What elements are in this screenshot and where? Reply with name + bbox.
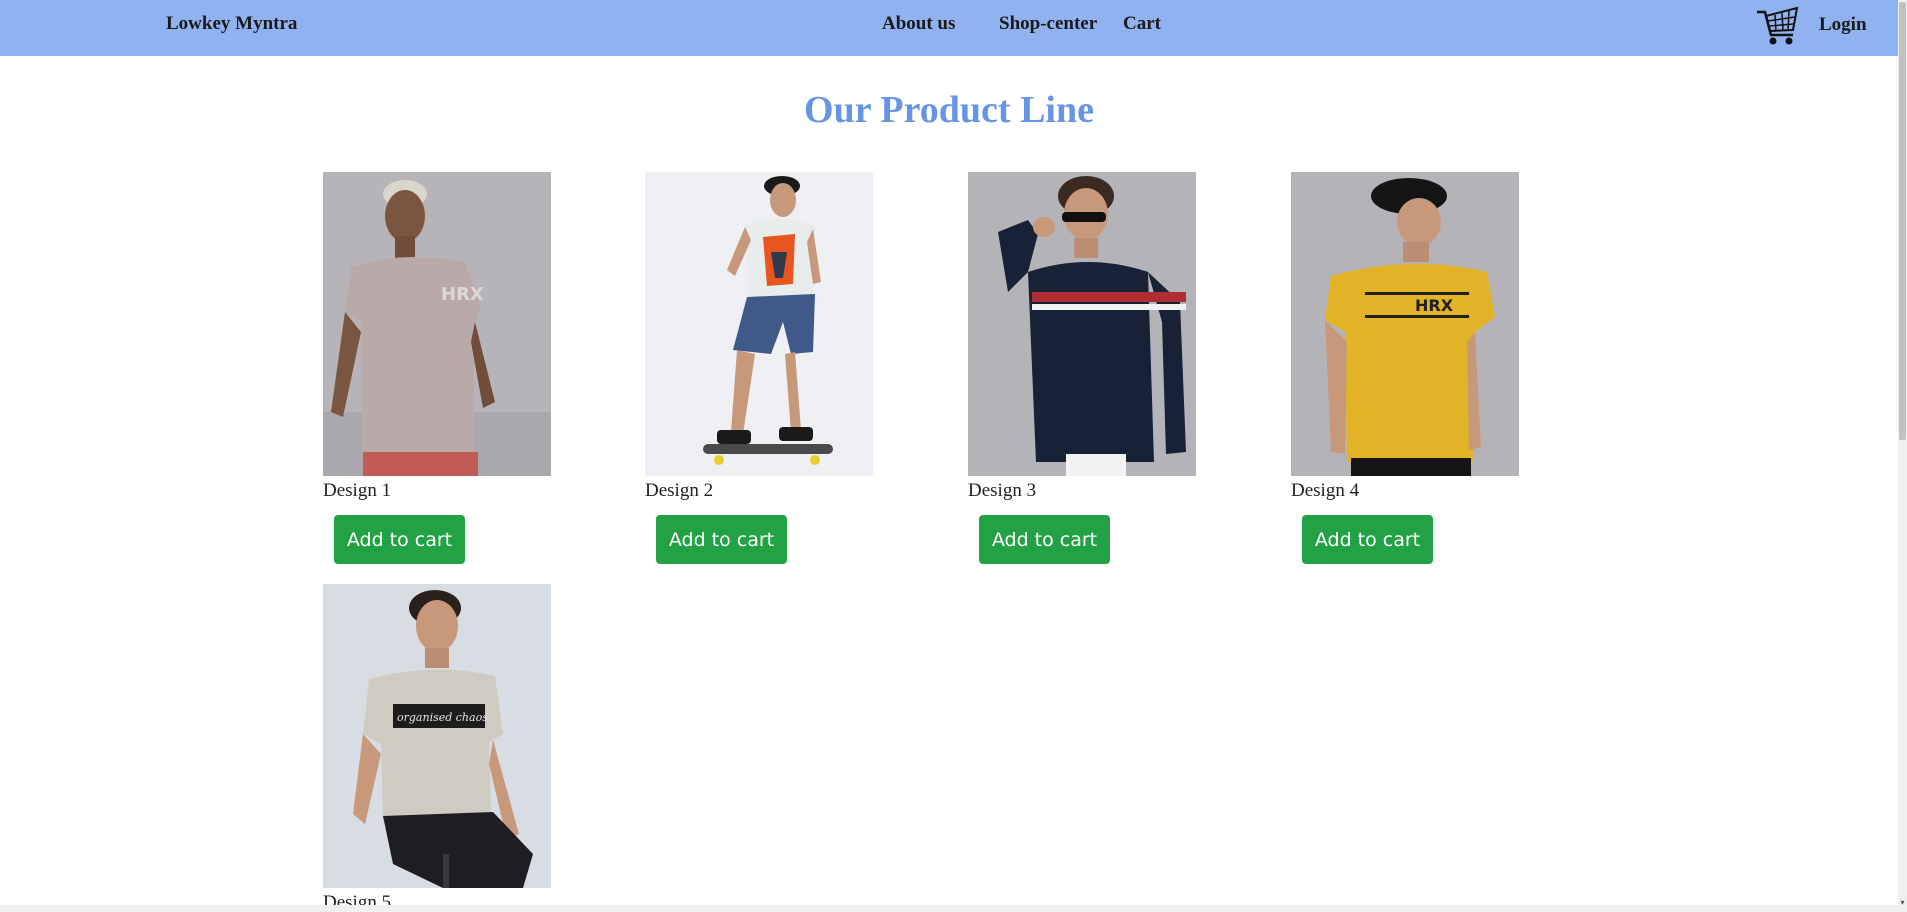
add-to-cart-button[interactable]: Add to cart bbox=[334, 515, 465, 564]
page-title: Our Product Line bbox=[804, 89, 1094, 131]
product-image: HRX bbox=[1291, 172, 1519, 476]
add-to-cart-button[interactable]: Add to cart bbox=[979, 515, 1110, 564]
product-image: HRX bbox=[323, 172, 551, 476]
add-to-cart-button[interactable]: Add to cart bbox=[1302, 515, 1433, 564]
product-card: HRX Design 4 Add to cart bbox=[1291, 172, 1519, 564]
svg-text:organised chaos: organised chaos bbox=[397, 711, 488, 724]
brand-link[interactable]: Lowkey Myntra bbox=[166, 13, 297, 35]
nav-cart[interactable]: Cart bbox=[1123, 13, 1161, 35]
product-card: HRX Design 1 Add to cart bbox=[323, 172, 551, 564]
horizontal-scrollbar[interactable] bbox=[0, 905, 1898, 912]
product-image: organised chaos bbox=[323, 584, 551, 888]
scroll-down-arrow-icon[interactable]: ▾ bbox=[1899, 898, 1906, 908]
product-card: Design 2 Add to cart bbox=[645, 172, 873, 564]
scrollbar-thumb[interactable] bbox=[1899, 2, 1906, 440]
product-name: Design 2 bbox=[645, 480, 714, 501]
product-card: organised chaos Design 5 bbox=[323, 584, 551, 912]
navbar: Lowkey Myntra About us Shop-center Cart … bbox=[0, 0, 1898, 56]
product-card: Design 3 Add to cart bbox=[968, 172, 1196, 564]
vertical-scrollbar[interactable] bbox=[1898, 0, 1907, 912]
product-image bbox=[645, 172, 873, 476]
cart-icon[interactable] bbox=[1756, 6, 1800, 48]
login-link[interactable]: Login bbox=[1819, 14, 1867, 36]
product-name: Design 1 bbox=[323, 480, 392, 501]
add-to-cart-button[interactable]: Add to cart bbox=[656, 515, 787, 564]
product-name: Design 3 bbox=[968, 480, 1037, 501]
product-name: Design 4 bbox=[1291, 480, 1360, 501]
svg-text:HRX: HRX bbox=[1415, 296, 1454, 315]
nav-shop-center[interactable]: Shop-center bbox=[999, 13, 1097, 35]
nav-about-us[interactable]: About us bbox=[882, 13, 955, 35]
product-image bbox=[968, 172, 1196, 476]
svg-text:HRX: HRX bbox=[441, 284, 484, 305]
page: Lowkey Myntra About us Shop-center Cart … bbox=[0, 0, 1907, 912]
